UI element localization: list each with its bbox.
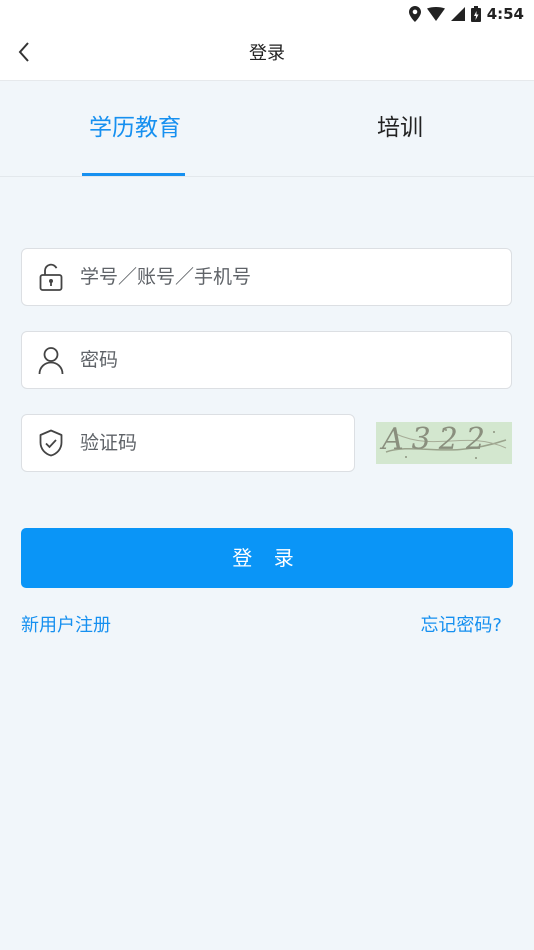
- captcha-text: A322: [382, 422, 493, 457]
- login-button[interactable]: 登 录: [21, 528, 513, 588]
- tab-training[interactable]: 培训: [332, 81, 468, 176]
- account-input[interactable]: [80, 249, 501, 305]
- nav-bar: 登录: [0, 28, 534, 81]
- location-icon: [408, 6, 421, 22]
- register-link[interactable]: 新用户注册: [21, 611, 111, 637]
- tab-bar: 学历教育 培训: [0, 81, 534, 177]
- status-bar: 4:54: [0, 0, 534, 28]
- clock-text: 4:54: [486, 5, 524, 23]
- chevron-left-icon: [17, 41, 31, 67]
- captcha-input[interactable]: [80, 415, 344, 471]
- status-icons: 4:54: [408, 4, 524, 24]
- captcha-image[interactable]: A322: [376, 422, 512, 464]
- user-icon: [36, 345, 66, 375]
- password-field: [21, 331, 512, 389]
- page-title: 登录: [249, 43, 285, 64]
- forgot-password-link[interactable]: 忘记密码?: [420, 611, 502, 637]
- shield-check-icon: [36, 428, 66, 458]
- active-tab-indicator: [82, 173, 185, 176]
- password-input[interactable]: [80, 332, 501, 388]
- wifi-icon: [426, 7, 445, 21]
- lock-icon: [36, 262, 66, 292]
- back-button[interactable]: [8, 38, 40, 70]
- tab-academic-education[interactable]: 学历教育: [67, 81, 203, 176]
- battery-icon: [470, 6, 481, 22]
- signal-icon: [450, 7, 465, 21]
- account-field: [21, 248, 512, 306]
- captcha-field: [21, 414, 355, 472]
